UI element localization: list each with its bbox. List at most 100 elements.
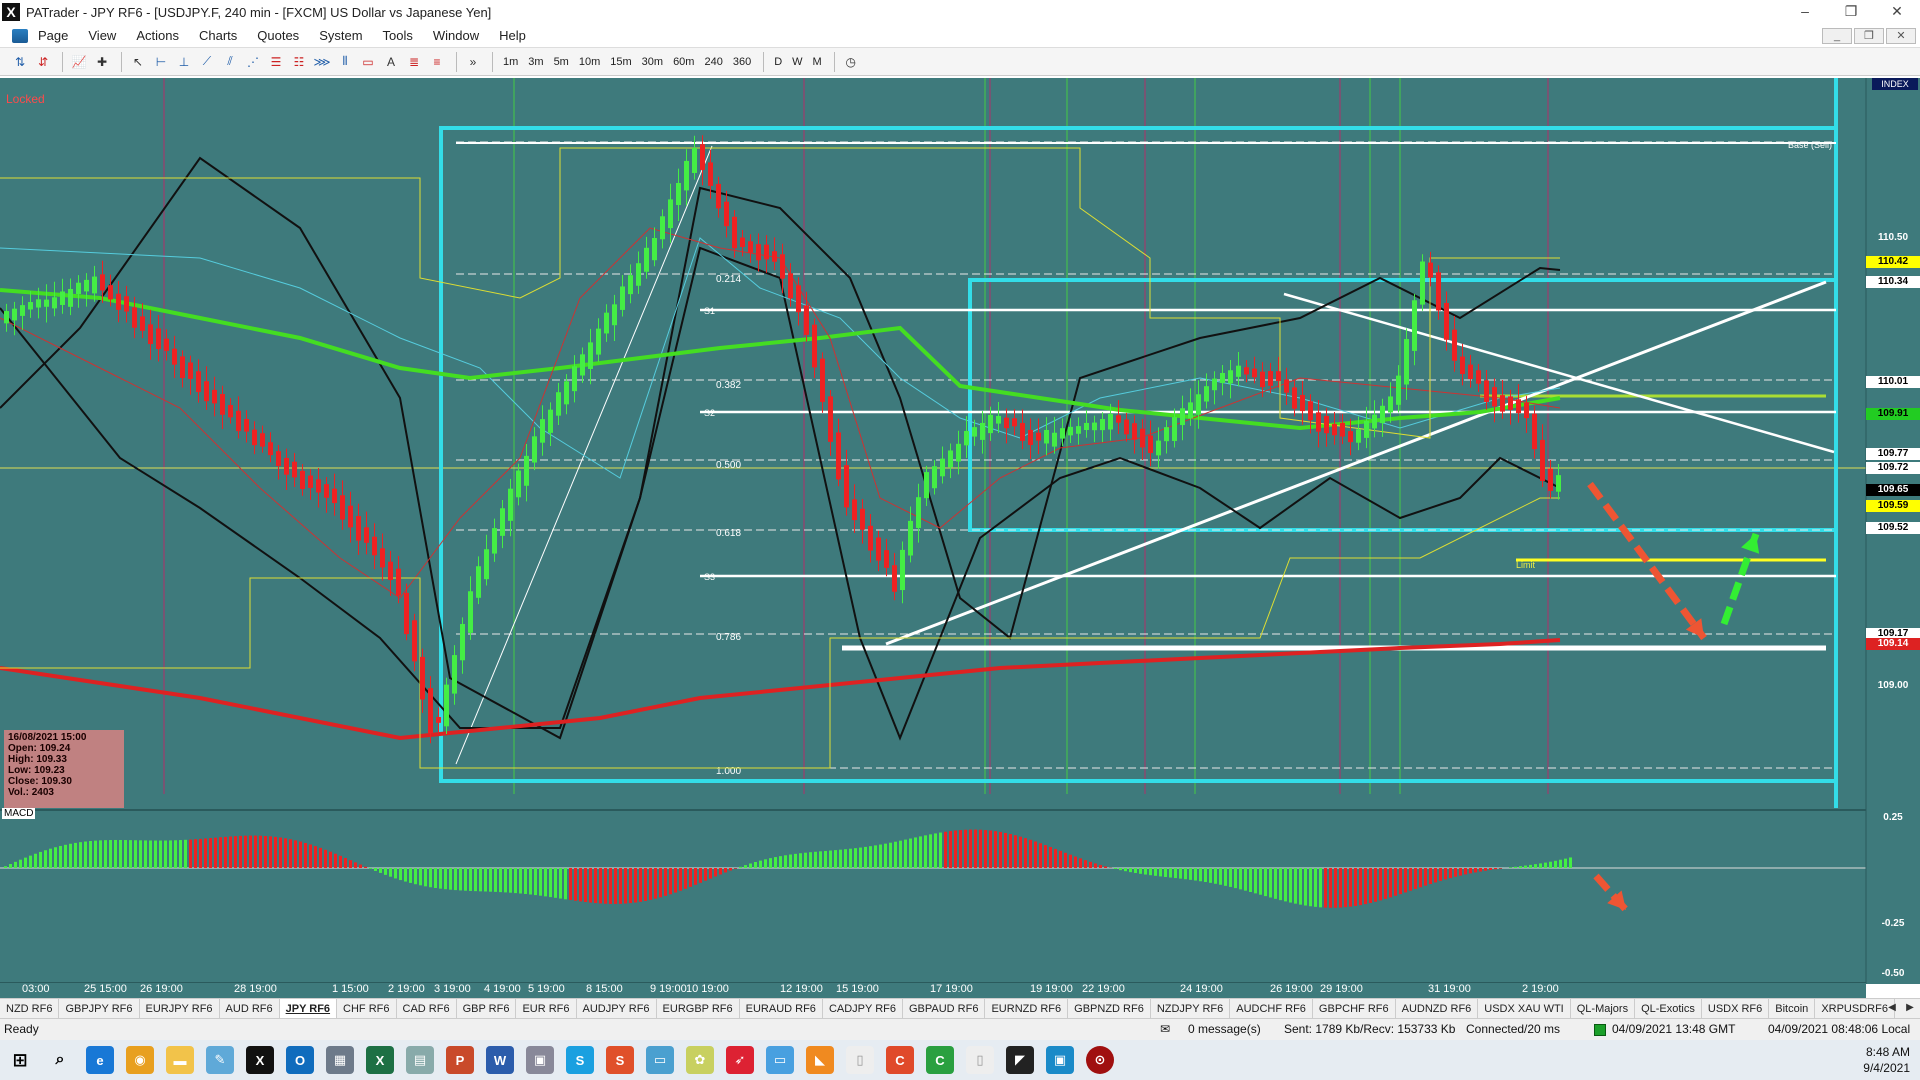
timeframe-60m[interactable]: 60m: [669, 52, 698, 72]
powerpoint-icon[interactable]: P: [446, 1046, 474, 1074]
fan-icon[interactable]: ⋰: [243, 52, 263, 72]
timeframe-monthly[interactable]: M: [809, 52, 826, 72]
pivot-icon[interactable]: ≣: [404, 52, 424, 72]
timeframe-1m[interactable]: 1m: [499, 52, 522, 72]
app-blank-icon[interactable]: ▯: [966, 1046, 994, 1074]
timeframe-10m[interactable]: 10m: [575, 52, 604, 72]
word-icon[interactable]: W: [486, 1046, 514, 1074]
mdi-minimize-button[interactable]: _: [1822, 28, 1852, 44]
timeframe-240[interactable]: 240: [700, 52, 726, 72]
close-button[interactable]: ✕: [1874, 0, 1920, 24]
timeframe-3m[interactable]: 3m: [524, 52, 547, 72]
rectangle-icon[interactable]: ▭: [358, 52, 378, 72]
app-c-icon[interactable]: C: [886, 1046, 914, 1074]
app-screen-icon[interactable]: ▭: [766, 1046, 794, 1074]
vertical-line-icon[interactable]: ⊥: [174, 52, 194, 72]
price-chart[interactable]: 0.2140.3820.5000.6180.7861.000S1S2S3Base…: [0, 78, 1920, 984]
patrader-icon[interactable]: X: [246, 1046, 274, 1074]
app-chart-icon[interactable]: ▤: [406, 1046, 434, 1074]
app-leaf-icon[interactable]: ✿: [686, 1046, 714, 1074]
symbol-tab[interactable]: GBPCHF RF6: [1313, 999, 1396, 1018]
menu-actions[interactable]: Actions: [126, 28, 189, 43]
timeframe-15m[interactable]: 15m: [606, 52, 635, 72]
tab-scroll-left-icon[interactable]: ◀: [1884, 1000, 1900, 1016]
symbol-tab[interactable]: USDX XAU WTI: [1478, 999, 1571, 1018]
symbol-tab[interactable]: EURAUD RF6: [740, 999, 823, 1018]
symbol-tab[interactable]: AUDJPY RF6: [577, 999, 657, 1018]
fib-extension-icon[interactable]: ☷: [289, 52, 309, 72]
windows-start-icon[interactable]: ⊞: [6, 1046, 34, 1074]
app-green-c-icon[interactable]: C: [926, 1046, 954, 1074]
app-icon[interactable]: X: [2, 3, 20, 21]
skype-icon[interactable]: S: [566, 1046, 594, 1074]
symbol-tab[interactable]: EUR RF6: [516, 999, 577, 1018]
maximize-button[interactable]: ❐: [1828, 0, 1874, 24]
symbol-tab[interactable]: GBPJPY RF6: [59, 999, 140, 1018]
app-bird-icon[interactable]: ➶: [726, 1046, 754, 1074]
symbol-tab[interactable]: USDX RF6: [1702, 999, 1770, 1018]
app-doc-icon[interactable]: ▯: [846, 1046, 874, 1074]
tab-scroll-right-icon[interactable]: ▶: [1902, 1000, 1918, 1016]
symbol-tab[interactable]: CAD RF6: [397, 999, 457, 1018]
calculator-icon[interactable]: ▦: [326, 1046, 354, 1074]
menu-system[interactable]: System: [309, 28, 372, 43]
trendline-icon[interactable]: ⟋: [197, 52, 217, 72]
app-red-circle-icon[interactable]: ⊙: [1086, 1046, 1114, 1074]
menu-page[interactable]: Page: [28, 28, 78, 43]
mail-icon[interactable]: ✉: [1160, 1022, 1170, 1036]
more-tools-icon[interactable]: »: [463, 52, 483, 72]
symbol-tab[interactable]: GBPAUD RF6: [903, 999, 986, 1018]
app-orange-icon[interactable]: ◣: [806, 1046, 834, 1074]
symbol-tab[interactable]: AUD RF6: [220, 999, 280, 1018]
app-gray-icon[interactable]: ▣: [526, 1046, 554, 1074]
sell-order-icon[interactable]: ⇵: [33, 52, 53, 72]
file-explorer-icon[interactable]: ▬: [166, 1046, 194, 1074]
horizontal-line-icon[interactable]: ⊢: [151, 52, 171, 72]
symbol-tab[interactable]: AUDCHF RF6: [1230, 999, 1313, 1018]
symbol-tab[interactable]: NZD RF6: [0, 999, 60, 1018]
text-tool-icon[interactable]: A: [381, 52, 401, 72]
timeframe-360[interactable]: 360: [729, 52, 755, 72]
search-icon[interactable]: ⌕: [46, 1046, 74, 1074]
excel-icon[interactable]: X: [366, 1046, 394, 1074]
mdi-restore-button[interactable]: ❐: [1854, 28, 1884, 44]
clock-icon[interactable]: ◷: [841, 52, 861, 72]
gann-icon[interactable]: ⋙: [312, 52, 332, 72]
fib-retracement-icon[interactable]: ☰: [266, 52, 286, 72]
symbol-tab[interactable]: GBP RF6: [457, 999, 517, 1018]
symbol-tab[interactable]: NZDJPY RF6: [1151, 999, 1231, 1018]
symbol-tab[interactable]: QL-Exotics: [1635, 999, 1702, 1018]
symbol-tab[interactable]: EURJPY RF6: [140, 999, 220, 1018]
symbol-tab[interactable]: EURGBP RF6: [657, 999, 740, 1018]
app-monitor-icon[interactable]: ▭: [646, 1046, 674, 1074]
symbol-tab[interactable]: QL-Majors: [1571, 999, 1636, 1018]
timeframe-5m[interactable]: 5m: [550, 52, 573, 72]
app-blue-icon[interactable]: ▣: [1046, 1046, 1074, 1074]
symbol-tab[interactable]: GBPNZD RF6: [1068, 999, 1151, 1018]
symbol-tab[interactable]: CHF RF6: [337, 999, 397, 1018]
levels-icon[interactable]: ≡: [427, 52, 447, 72]
mdi-close-button[interactable]: ✕: [1886, 28, 1916, 44]
app-s-icon[interactable]: S: [606, 1046, 634, 1074]
symbol-tab[interactable]: JPY RF6: [279, 999, 338, 1018]
minimize-button[interactable]: –: [1782, 0, 1828, 24]
timeframe-weekly[interactable]: W: [788, 52, 806, 72]
symbol-tab[interactable]: CADJPY RF6: [823, 999, 903, 1018]
menu-tools[interactable]: Tools: [373, 28, 423, 43]
timeframe-30m[interactable]: 30m: [638, 52, 667, 72]
app-pencil-icon[interactable]: ✎: [206, 1046, 234, 1074]
symbol-tab[interactable]: EURNZD RF6: [985, 999, 1069, 1018]
menu-help[interactable]: Help: [489, 28, 536, 43]
menu-quotes[interactable]: Quotes: [247, 28, 309, 43]
channel-icon[interactable]: ⫽: [220, 52, 240, 72]
symbol-tab[interactable]: Bitcoin: [1769, 999, 1816, 1018]
crosshair-icon[interactable]: ✚: [92, 52, 112, 72]
symbol-tab[interactable]: XRPUSDRF6: [1815, 999, 1895, 1018]
timeframe-daily[interactable]: D: [770, 52, 786, 72]
menu-window[interactable]: Window: [423, 28, 489, 43]
app-dark-icon[interactable]: ◤: [1006, 1046, 1034, 1074]
menu-charts[interactable]: Charts: [189, 28, 247, 43]
chart-area[interactable]: 0.214 0.382 0.500 0.618 0.786 1.000 S1 S2 S3 Base…: [0, 78, 1920, 984]
page-icon[interactable]: [12, 28, 28, 43]
edge-browser-icon[interactable]: e: [86, 1046, 114, 1074]
